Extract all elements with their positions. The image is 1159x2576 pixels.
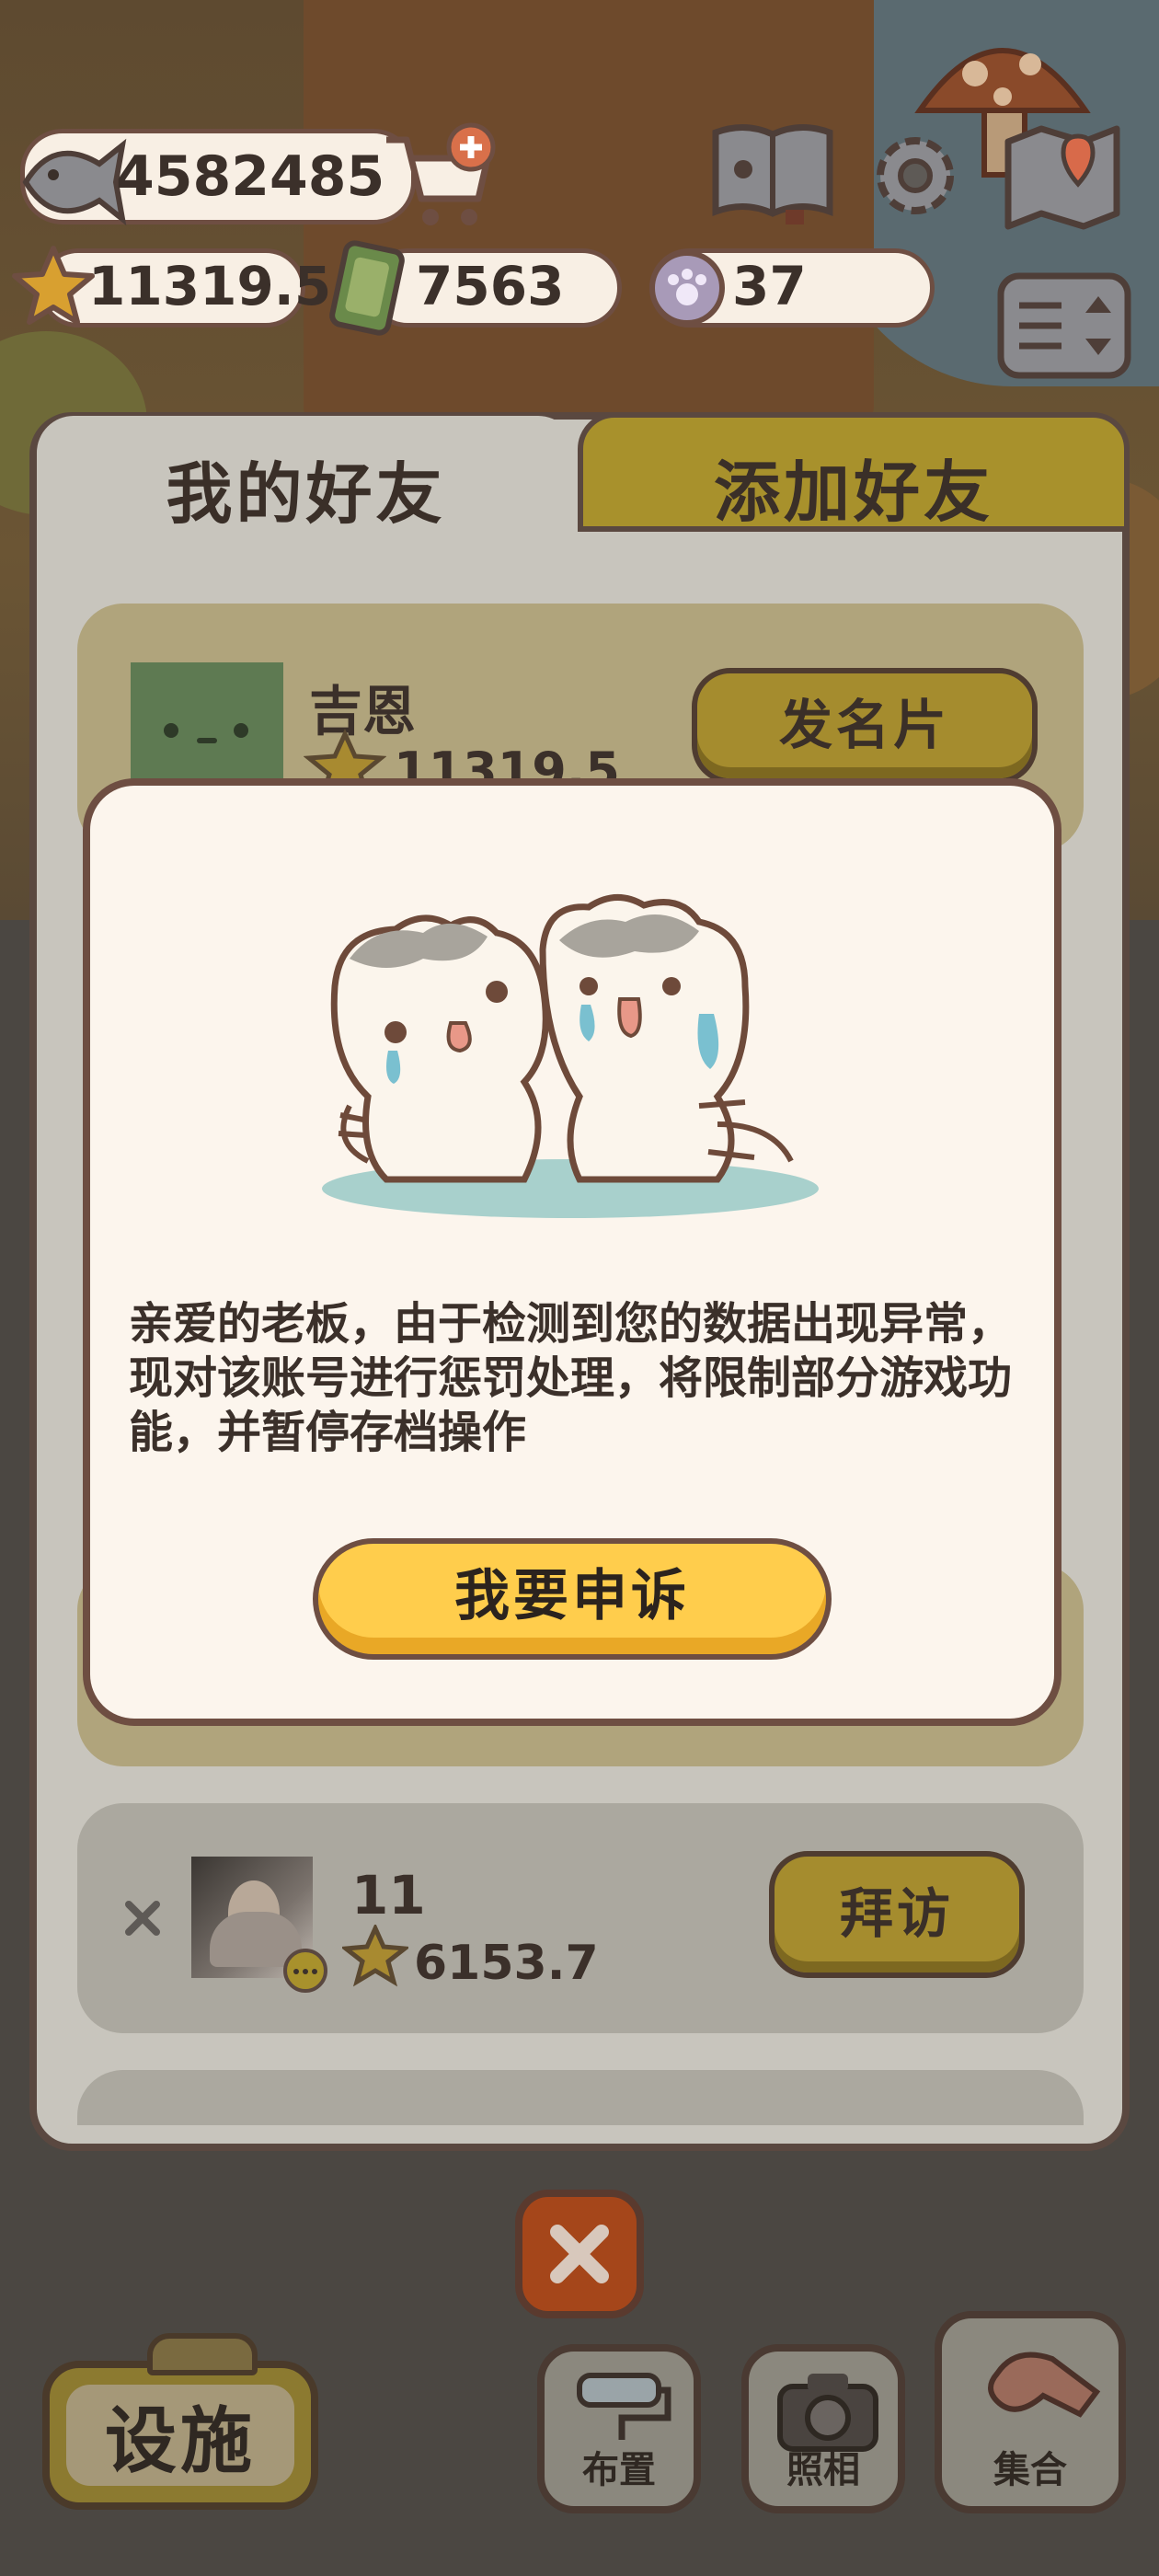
- tab-add-friends-label: 添加好友: [713, 454, 993, 531]
- friend-score: 6153.7: [414, 1936, 599, 1991]
- sort-toggle-icon[interactable]: [997, 272, 1131, 379]
- layout-label: 布置: [582, 2449, 656, 2491]
- friend-name: 11: [351, 1864, 426, 1926]
- whistle-icon: [988, 2352, 1101, 2418]
- shop-cart-icon[interactable]: [379, 121, 499, 232]
- photo-label: 照相: [786, 2449, 860, 2491]
- gather-label: 集合: [993, 2449, 1067, 2491]
- crying-cats-illustration: [322, 894, 819, 1218]
- star-score-value: 11319.5: [88, 255, 332, 317]
- ticket-icon: [329, 240, 405, 336]
- more-options-icon[interactable]: [283, 1949, 327, 1993]
- tab-my-friends-label: 我的好友: [166, 455, 446, 533]
- close-button[interactable]: [515, 2190, 644, 2318]
- facility-label: 设施: [66, 2385, 294, 2486]
- fish-icon: [22, 138, 127, 226]
- game-scene: 4582485 11319.5 7563 37 添加好友 我的好友 吉恩 113…: [0, 0, 1159, 2576]
- visit-button[interactable]: 拜访: [769, 1851, 1025, 1978]
- appeal-button[interactable]: 我要申诉: [313, 1538, 832, 1660]
- remove-friend-icon[interactable]: [121, 1897, 164, 1939]
- paint-roller-icon: [577, 2373, 671, 2440]
- star-icon: [342, 1925, 408, 1987]
- send-card-label: 发名片: [778, 694, 950, 756]
- facility-button[interactable]: 设施: [42, 2361, 318, 2510]
- visit-label: 拜访: [839, 1882, 954, 1945]
- layout-button[interactable]: 布置: [537, 2344, 701, 2513]
- clipboard-clip-icon: [147, 2333, 258, 2375]
- fish-count: 4582485: [116, 144, 385, 209]
- tab-add-friends[interactable]: 添加好友: [578, 412, 1130, 532]
- gather-button[interactable]: 集合: [935, 2311, 1126, 2513]
- ticket-count: 7563: [416, 255, 565, 317]
- photo-button[interactable]: 照相: [741, 2344, 905, 2513]
- tab-my-friends[interactable]: 我的好友: [37, 416, 575, 554]
- settings-gear-icon[interactable]: [865, 125, 966, 226]
- appeal-button-label: 我要申诉: [454, 1563, 690, 1628]
- friend-card: [77, 2070, 1084, 2125]
- penalty-message: 亲爱的老板，由于检测到您的数据出现异常，现对该账号进行惩罚处理，将限制部分游戏功…: [129, 1298, 1013, 1458]
- send-card-button[interactable]: 发名片: [692, 668, 1038, 784]
- paw-coin-count: 37: [732, 255, 807, 317]
- paw-coin-icon: [649, 250, 725, 326]
- handbook-icon[interactable]: [708, 121, 837, 224]
- star-icon: [12, 246, 95, 325]
- map-icon[interactable]: [1003, 120, 1122, 230]
- close-icon: [550, 2225, 609, 2283]
